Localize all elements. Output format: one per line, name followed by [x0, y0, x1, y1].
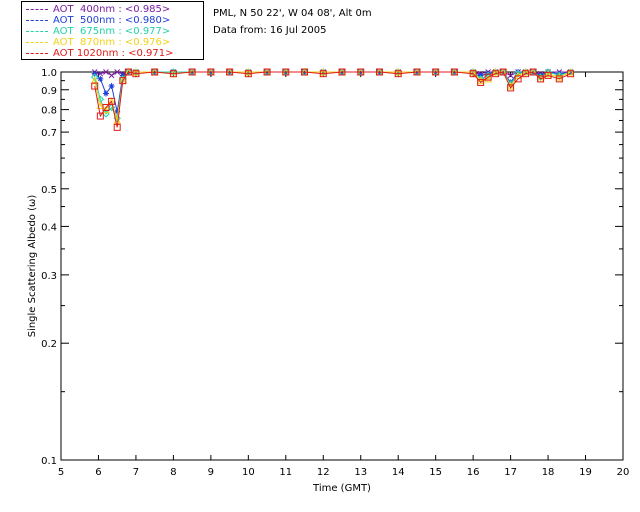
x-tick-label: 5 [58, 467, 64, 478]
legend-swatch [26, 30, 48, 32]
legend-label: AOT 400nm : <0.985> [53, 4, 171, 15]
legend-swatch [26, 52, 48, 54]
y-tick-label: 0.4 [41, 222, 57, 233]
y-tick-label: 0.7 [41, 128, 57, 139]
series-2 [91, 68, 575, 122]
y-tick-label: 1.0 [41, 68, 57, 79]
series-line [94, 71, 571, 120]
legend-swatch [26, 19, 48, 21]
legend-item-400: AOT 400nm : <0.985> [26, 4, 170, 15]
data-point [108, 72, 115, 79]
legend: AOT 400nm : <0.985> AOT 500nm : <0.980> … [21, 1, 204, 60]
legend-label: AOT 870nm : <0.976> [53, 37, 171, 48]
x-tick-label: 14 [392, 467, 405, 478]
x-tick-label: 18 [542, 467, 555, 478]
date-info: Data from: 16 Jul 2005 [213, 25, 327, 36]
x-tick-label: 19 [579, 467, 592, 478]
legend-swatch [26, 41, 48, 43]
series-line [94, 71, 571, 128]
x-tick-label: 8 [170, 467, 176, 478]
series-4 [91, 68, 575, 131]
x-axis-title: Time (GMT) [312, 483, 371, 494]
y-tick-label: 0.5 [41, 185, 57, 196]
x-tick-label: 10 [242, 467, 255, 478]
x-tick-label: 15 [429, 467, 442, 478]
legend-label: AOT 675nm : <0.977> [53, 26, 171, 37]
legend-swatch [26, 8, 48, 10]
plot-frame [60, 71, 624, 461]
y-tick-label: 0.9 [41, 86, 57, 97]
y-tick-label: 0.1 [41, 456, 57, 467]
y-axis-title: Single Scattering Albedo (ω) [27, 195, 38, 338]
legend-item-1020: AOT 1020nm : <0.971> [26, 48, 173, 59]
y-tick-label: 0.8 [41, 106, 57, 117]
plot-area [90, 67, 575, 131]
x-axis: 5 6 7 8 9 10 11 12 13 14 15 16 17 18 19 20 [58, 72, 630, 478]
legend-item-870: AOT 870nm : <0.976> [26, 37, 170, 48]
legend-item-500: AOT 500nm : <0.980> [26, 15, 170, 26]
x-tick-label: 12 [317, 467, 330, 478]
x-tick-label: 6 [95, 467, 101, 478]
series-line [94, 71, 571, 121]
x-tick-label: 13 [354, 467, 367, 478]
x-tick-label: 11 [279, 467, 292, 478]
x-tick-label: 16 [467, 467, 480, 478]
legend-label: AOT 1020nm : <0.971> [53, 48, 174, 59]
series-1 [91, 69, 574, 115]
x-tick-label: 20 [617, 467, 630, 478]
legend-item-675: AOT 675nm : <0.977> [26, 26, 170, 37]
x-tick-label: 9 [208, 467, 214, 478]
series-line [94, 71, 571, 112]
y-tick-label: 0.2 [41, 339, 57, 350]
legend-label: AOT 500nm : <0.980> [53, 15, 171, 26]
y-tick-label: 0.3 [41, 271, 57, 282]
x-tick-label: 7 [133, 467, 139, 478]
site-info: PML, N 50 22', W 04 08', Alt 0m [213, 8, 372, 19]
x-tick-label: 17 [504, 467, 517, 478]
series-3 [90, 67, 575, 124]
chart: 5 6 7 8 9 10 11 12 13 14 15 16 17 18 19 20 1.0 0.9 0.8 0.7… [27, 67, 630, 494]
y-axis: 1.0 0.9 0.8 0.7 0.5 0.4 0.3 0.2 0.1 [41, 68, 623, 467]
